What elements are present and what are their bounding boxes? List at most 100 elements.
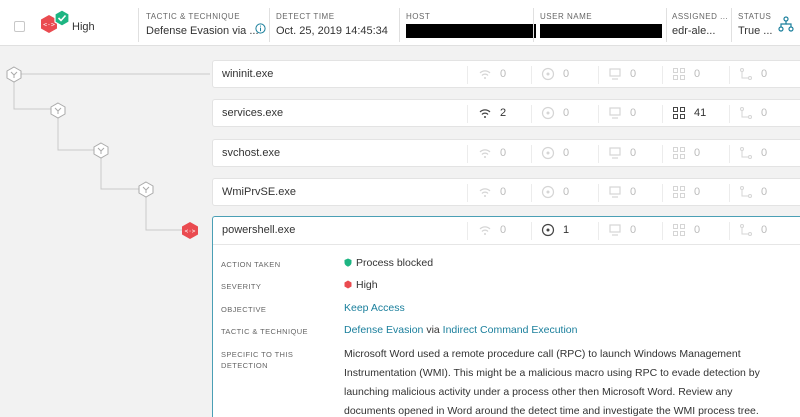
process-name: services.exe bbox=[222, 107, 284, 119]
detail-value: Process blocked bbox=[344, 257, 433, 269]
technique-link[interactable]: Indirect Command Execution bbox=[443, 324, 578, 336]
metric-dns: 0 bbox=[541, 67, 569, 81]
process-node-icon[interactable] bbox=[138, 181, 154, 198]
detail-label: TACTIC & TECHNIQUE bbox=[221, 327, 308, 336]
metric-registry: 0 bbox=[672, 185, 700, 199]
registry-icon bbox=[673, 186, 685, 198]
process-row-wmiprvse[interactable]: WmiPrvSE.exe 0 0 0 0 0 bbox=[212, 178, 800, 206]
metric-dns: 0 bbox=[541, 106, 569, 120]
process-node-icon[interactable] bbox=[50, 102, 66, 119]
process-name: WmiPrvSE.exe bbox=[222, 186, 296, 198]
severity-hex-icon bbox=[344, 280, 352, 289]
process-row-powershell-expanded[interactable]: powershell.exe 0 1 0 0 0 ACTION TAKEN Pr… bbox=[212, 216, 800, 417]
header-divider bbox=[399, 8, 400, 42]
process-row-services[interactable]: services.exe 2 0 0 41 0 bbox=[212, 99, 800, 127]
detail-label: SEVERITY bbox=[221, 282, 262, 291]
disk-icon bbox=[609, 147, 621, 159]
metric-disk: 0 bbox=[608, 106, 636, 120]
metric-network: 0 bbox=[478, 223, 506, 237]
detail-value: Defense Evasion via Indirect Command Exe… bbox=[344, 324, 578, 336]
detail-label: SPECIFIC TO THIS DETECTION bbox=[221, 350, 294, 370]
user-label: USER NAME bbox=[540, 12, 593, 21]
process-name: wininit.exe bbox=[222, 68, 274, 80]
process-row-powershell[interactable]: powershell.exe 0 1 0 0 0 bbox=[213, 217, 800, 245]
user-redacted bbox=[540, 24, 662, 38]
process-row-wininit[interactable]: wininit.exe 0 0 0 0 0 bbox=[212, 60, 800, 88]
process-tree-icon[interactable] bbox=[778, 16, 794, 32]
process-name: svchost.exe bbox=[222, 147, 281, 159]
detect-time-label: DETECT TIME bbox=[276, 12, 335, 21]
status-label: STATUS bbox=[738, 12, 772, 21]
detect-time-column: DETECT TIME Oct. 25, 2019 14:45:34 bbox=[276, 12, 388, 37]
host-redacted bbox=[406, 24, 536, 38]
metric-disk: 0 bbox=[608, 185, 636, 199]
wifi-icon bbox=[479, 70, 491, 79]
detection-header: <·> High TACTIC & TECHNIQUE Defense Evas… bbox=[0, 0, 800, 46]
dns-icon bbox=[541, 185, 555, 199]
metric-registry: 0 bbox=[672, 146, 700, 160]
metric-connections: 0 bbox=[739, 146, 767, 160]
metric-connections: 0 bbox=[739, 106, 767, 120]
assigned-value: edr-ale... bbox=[672, 25, 716, 37]
shield-icon bbox=[344, 258, 352, 267]
info-icon[interactable] bbox=[255, 23, 266, 34]
dns-icon bbox=[541, 67, 555, 81]
registry-icon bbox=[673, 147, 685, 159]
host-column: HOST bbox=[406, 12, 536, 38]
registry-icon bbox=[673, 107, 685, 119]
metric-registry: 0 bbox=[672, 67, 700, 81]
metric-disk: 0 bbox=[608, 223, 636, 237]
tactic-column-value: Defense Evasion via ... bbox=[146, 25, 259, 37]
metric-disk: 0 bbox=[608, 146, 636, 160]
header-divider bbox=[138, 8, 139, 42]
metric-disk: 0 bbox=[608, 67, 636, 81]
process-node-icon[interactable] bbox=[93, 142, 109, 159]
process-row-svchost[interactable]: svchost.exe 0 0 0 0 0 bbox=[212, 139, 800, 167]
connection-icon bbox=[740, 107, 752, 119]
process-tree: <·> bbox=[0, 46, 210, 417]
tree-connectors bbox=[13, 73, 210, 231]
detect-time-value: Oct. 25, 2019 14:45:34 bbox=[276, 25, 388, 37]
metric-network: 0 bbox=[478, 67, 506, 81]
tactic-link[interactable]: Defense Evasion bbox=[344, 324, 423, 336]
header-divider bbox=[731, 8, 732, 42]
metric-dns: 0 bbox=[541, 146, 569, 160]
disk-icon bbox=[609, 224, 621, 236]
detail-description: Microsoft Word used a remote procedure c… bbox=[344, 348, 760, 417]
metric-registry: 0 bbox=[672, 223, 700, 237]
process-node-icon[interactable] bbox=[6, 66, 22, 83]
metric-dns: 0 bbox=[541, 185, 569, 199]
status-column: STATUS True ... bbox=[738, 12, 772, 37]
tactic-column: TACTIC & TECHNIQUE Defense Evasion via .… bbox=[146, 12, 259, 37]
metric-connections: 0 bbox=[739, 67, 767, 81]
connection-icon bbox=[740, 68, 752, 80]
tactic-column-label: TACTIC & TECHNIQUE bbox=[146, 12, 241, 21]
via-text: via bbox=[426, 324, 440, 336]
header-divider bbox=[666, 8, 667, 42]
disk-icon bbox=[609, 107, 621, 119]
detail-label: OBJECTIVE bbox=[221, 305, 267, 314]
detection-node-icon[interactable]: <·> bbox=[181, 221, 199, 240]
assigned-column: ASSIGNED ... edr-ale... bbox=[672, 12, 728, 37]
metric-dns: 1 bbox=[541, 223, 569, 237]
svg-text:<·>: <·> bbox=[43, 21, 55, 29]
metric-network: 2 bbox=[478, 106, 506, 120]
wifi-icon bbox=[479, 109, 491, 118]
header-divider bbox=[533, 8, 534, 42]
metric-network: 0 bbox=[478, 185, 506, 199]
disk-icon bbox=[609, 186, 621, 198]
registry-icon bbox=[673, 68, 685, 80]
severity-label: High bbox=[72, 21, 95, 33]
registry-icon bbox=[673, 224, 685, 236]
wifi-icon bbox=[479, 149, 491, 158]
severity-high-icon: <·> bbox=[41, 9, 70, 33]
connection-icon bbox=[740, 224, 752, 236]
detail-label: ACTION TAKEN bbox=[221, 260, 281, 269]
objective-link[interactable]: Keep Access bbox=[344, 302, 405, 314]
metric-connections: 0 bbox=[739, 223, 767, 237]
select-checkbox[interactable] bbox=[14, 21, 25, 32]
user-column: USER NAME bbox=[540, 12, 662, 38]
connection-icon bbox=[740, 186, 752, 198]
wifi-icon bbox=[479, 188, 491, 197]
svg-text:<·>: <·> bbox=[185, 228, 196, 235]
